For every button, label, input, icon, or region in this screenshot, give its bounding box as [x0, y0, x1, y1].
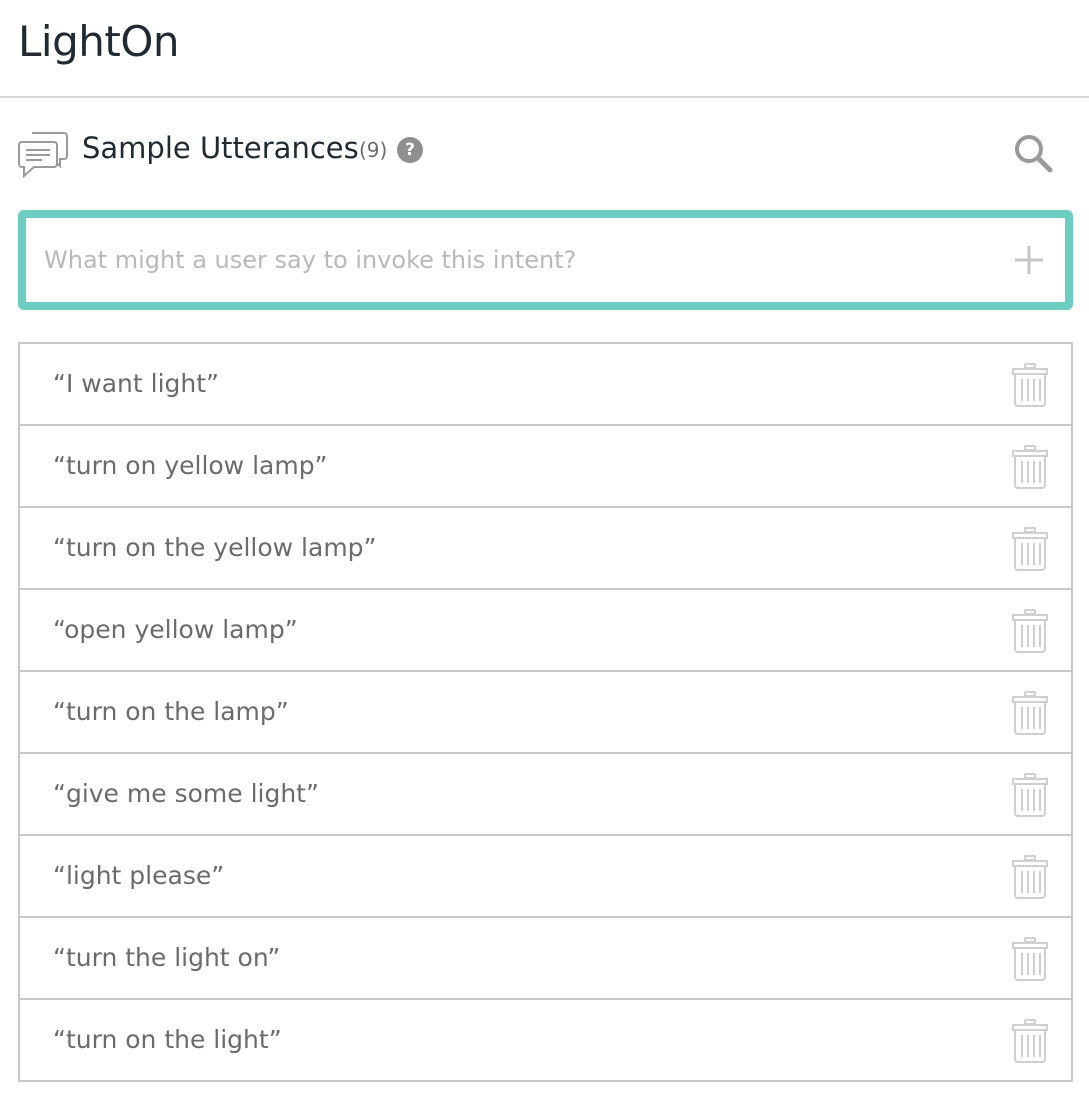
- section-title: Sample Utterances: [82, 131, 359, 165]
- header-divider: [0, 96, 1089, 98]
- help-icon[interactable]: ?: [397, 137, 423, 163]
- utterance-row[interactable]: “light please”: [20, 836, 1071, 918]
- page-title: LightOn: [18, 17, 180, 66]
- utterance-text[interactable]: “I want light”: [53, 344, 219, 424]
- chat-bubbles-icon: [18, 132, 68, 178]
- utterance-text[interactable]: “turn on the lamp”: [53, 672, 289, 752]
- trash-icon[interactable]: [1011, 773, 1049, 817]
- utterance-input-box: [18, 210, 1073, 310]
- section-header: Sample Utterances (9) ?: [18, 126, 1058, 180]
- trash-icon[interactable]: [1011, 1019, 1049, 1063]
- trash-icon[interactable]: [1011, 855, 1049, 899]
- utterance-text[interactable]: “turn the light on”: [53, 918, 280, 998]
- plus-icon[interactable]: [1013, 244, 1045, 276]
- trash-icon[interactable]: [1011, 445, 1049, 489]
- search-icon[interactable]: [1012, 132, 1054, 174]
- utterance-list: “I want light” “turn on yellow lamp” “tu…: [18, 342, 1073, 1082]
- utterance-input[interactable]: [26, 218, 986, 302]
- utterance-row[interactable]: “turn on yellow lamp”: [20, 426, 1071, 508]
- utterance-row[interactable]: “give me some light”: [20, 754, 1071, 836]
- utterance-text[interactable]: “turn on the yellow lamp”: [53, 508, 377, 588]
- utterance-text[interactable]: “give me some light”: [53, 754, 319, 834]
- utterance-count: (9): [359, 138, 388, 162]
- utterance-row[interactable]: “turn the light on”: [20, 918, 1071, 1000]
- trash-icon[interactable]: [1011, 937, 1049, 981]
- utterance-text[interactable]: “turn on the light”: [53, 1000, 282, 1080]
- utterance-row[interactable]: “turn on the light”: [20, 1000, 1071, 1080]
- trash-icon[interactable]: [1011, 609, 1049, 653]
- utterance-text[interactable]: “turn on yellow lamp”: [53, 426, 328, 506]
- utterance-row[interactable]: “turn on the yellow lamp”: [20, 508, 1071, 590]
- utterance-row[interactable]: “turn on the lamp”: [20, 672, 1071, 754]
- utterance-text[interactable]: “open yellow lamp”: [53, 590, 298, 670]
- intent-editor: LightOn Sample Utterances (9) ? “I want …: [0, 0, 1089, 1111]
- trash-icon[interactable]: [1011, 363, 1049, 407]
- utterance-text[interactable]: “light please”: [53, 836, 224, 916]
- utterance-row[interactable]: “open yellow lamp”: [20, 590, 1071, 672]
- trash-icon[interactable]: [1011, 527, 1049, 571]
- utterance-row[interactable]: “I want light”: [20, 344, 1071, 426]
- trash-icon[interactable]: [1011, 691, 1049, 735]
